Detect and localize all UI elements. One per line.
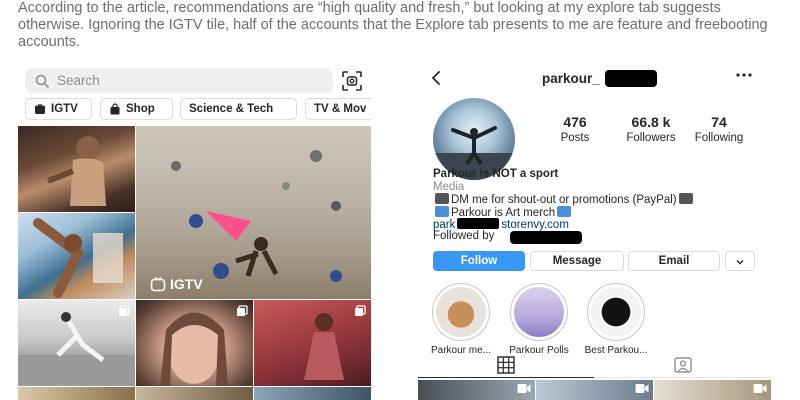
shopping-bag-icon <box>110 103 120 115</box>
bio-display-name: Parkour is NOT a sport <box>433 168 559 180</box>
explore-tile[interactable] <box>136 300 253 386</box>
climber-photo <box>33 218 123 298</box>
explore-screen: Search IGTV Shop Science & Tech TV & Mov <box>18 66 371 400</box>
bio-promo-text: DM me for shout-out or promotions (PayPa… <box>451 194 677 206</box>
video-icon <box>517 384 531 393</box>
climber-photo <box>46 136 106 206</box>
chip-science-tech-label: Science & Tech <box>189 103 274 115</box>
story-highlight[interactable]: Best Parkou... <box>582 283 650 356</box>
chip-igtv[interactable]: IGTV <box>25 98 92 120</box>
carousel-icon <box>355 305 366 316</box>
chip-tv-movies[interactable]: TV & Mov <box>305 98 371 120</box>
bio-link-suffix: storenvy.com <box>501 219 569 231</box>
highlight-ring <box>587 283 645 341</box>
tagged-user-icon <box>673 357 692 373</box>
stat-posts[interactable]: 476 Posts <box>550 114 600 144</box>
explore-tile[interactable] <box>136 387 253 400</box>
highlight-ring <box>510 283 568 341</box>
video-icon <box>635 384 649 393</box>
explore-tile[interactable] <box>254 387 371 400</box>
explore-tile[interactable] <box>18 213 135 299</box>
video-icon <box>753 384 767 393</box>
profile-screen: parkour_ 476 Posts 66.8 k Followers 74 F… <box>418 66 771 400</box>
following-label: Following <box>694 132 744 144</box>
climbing-wall-photo <box>171 150 342 282</box>
profile-username: parkour_ <box>542 71 600 86</box>
igtv-icon <box>150 276 166 292</box>
highlight-cover <box>436 287 486 337</box>
search-input[interactable]: Search <box>25 68 333 93</box>
profile-post-tile[interactable] <box>654 380 771 400</box>
camera-emoji-icon <box>435 193 449 204</box>
highlight-cover <box>591 287 641 337</box>
follow-button[interactable]: Follow <box>433 251 525 271</box>
search-icon <box>35 74 49 88</box>
carousel-icon <box>119 305 130 316</box>
posts-count: 476 <box>563 114 587 130</box>
grid-icon <box>497 356 515 374</box>
story-highlight[interactable]: Parkour me... <box>427 283 495 356</box>
chip-igtv-label: IGTV <box>51 103 78 115</box>
scan-qr-icon[interactable] <box>341 70 363 92</box>
igtv-badge: IGTV <box>150 276 203 292</box>
chip-shop-label: Shop <box>126 103 155 115</box>
bio-line-promo: DM me for shout-out or promotions (PayPa… <box>433 193 695 206</box>
tab-tagged[interactable] <box>594 352 771 378</box>
chip-science-tech[interactable]: Science & Tech <box>180 98 297 120</box>
highlight-ring <box>432 283 490 341</box>
down-arrow-emoji-icon <box>557 206 572 217</box>
carousel-icon <box>237 305 248 316</box>
profile-post-tile[interactable] <box>536 380 653 400</box>
stat-followers[interactable]: 66.8 k Followers <box>616 114 686 144</box>
email-button[interactable]: Email <box>628 251 720 271</box>
camera-emoji-icon <box>678 193 693 204</box>
stat-following[interactable]: 74 Following <box>686 114 752 144</box>
back-arrow-icon[interactable] <box>430 70 442 86</box>
down-arrow-emoji-icon <box>435 206 449 217</box>
tab-posts-grid[interactable] <box>418 352 594 378</box>
redaction-bar <box>457 218 500 229</box>
suggested-accounts-button[interactable] <box>725 251 755 271</box>
search-row: Search <box>18 66 371 96</box>
explore-tile[interactable] <box>254 300 371 386</box>
igtv-badge-label: IGTV <box>170 276 203 292</box>
explore-tile[interactable] <box>18 387 135 400</box>
explore-tile-igtv[interactable]: IGTV <box>136 126 371 299</box>
bio-category: Media <box>433 181 465 193</box>
followers-count: 66.8 k <box>631 114 671 130</box>
redaction-bar <box>510 231 582 244</box>
followers-label: Followers <box>626 132 676 144</box>
explore-tile[interactable] <box>18 300 135 386</box>
profile-post-tile[interactable] <box>418 380 535 400</box>
explore-tile[interactable] <box>18 126 135 212</box>
following-count: 74 <box>711 114 727 130</box>
posts-label: Posts <box>560 132 590 144</box>
followed-by-label: Followed by <box>433 230 495 242</box>
story-highlight[interactable]: Parkour Polls <box>505 283 573 356</box>
search-placeholder: Search <box>57 73 100 88</box>
message-button[interactable]: Message <box>530 251 624 271</box>
chevron-down-icon <box>736 260 744 265</box>
followed-by[interactable]: Followed by <box>433 230 494 242</box>
chip-tv-movies-label: TV & Mov <box>314 103 367 115</box>
highlight-cover <box>514 287 564 337</box>
redaction-bar <box>605 70 657 87</box>
more-options-icon[interactable] <box>736 72 752 78</box>
chip-shop[interactable]: Shop <box>100 98 173 120</box>
profile-tab-bar <box>418 352 771 378</box>
igtv-icon <box>35 103 45 114</box>
article-paragraph: According to the article, recommendation… <box>18 0 768 50</box>
